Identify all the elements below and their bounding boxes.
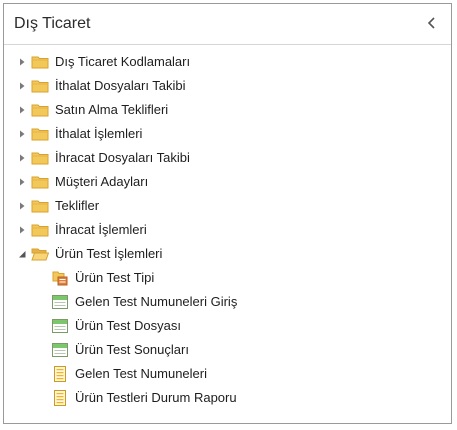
tree-node-ihracat-dosyalari-takibi[interactable]: İhracat Dosyaları Takibi bbox=[4, 147, 451, 169]
folder-icon bbox=[31, 150, 49, 166]
expand-arrow-icon[interactable] bbox=[17, 57, 27, 67]
folder-icon bbox=[31, 174, 49, 190]
tree-node-dis-ticaret-kodlamalari[interactable]: Dış Ticaret Kodlamaları bbox=[4, 51, 451, 73]
tree-node-label: Teklifler bbox=[55, 198, 100, 213]
folder-open-icon bbox=[31, 246, 50, 262]
tree-node-musteri-adaylari[interactable]: Müşteri Adayları bbox=[4, 171, 451, 193]
folder-icon bbox=[31, 198, 49, 214]
panel-title: Dış Ticaret bbox=[14, 15, 91, 32]
chevron-left-icon bbox=[427, 17, 435, 29]
tree-leaf-label: Ürün Test Tipi bbox=[75, 270, 155, 285]
definition-icon bbox=[51, 270, 69, 286]
tree-leaf-urun-test-dosyasi[interactable]: Ürün Test Dosyası bbox=[4, 315, 451, 337]
tree-leaf-gelen-test-numuneleri[interactable]: Gelen Test Numuneleri bbox=[4, 363, 451, 385]
expand-arrow-icon[interactable] bbox=[17, 201, 27, 211]
tree-node-satin-alma-teklifleri[interactable]: Satın Alma Teklifleri bbox=[4, 99, 451, 121]
form-icon bbox=[51, 342, 69, 358]
tree-node-urun-test-islemleri[interactable]: Ürün Test İşlemleri bbox=[4, 243, 451, 265]
tree-node-label: İthalat İşlemleri bbox=[55, 126, 143, 141]
report-icon bbox=[51, 366, 69, 382]
expand-arrow-icon[interactable] bbox=[17, 81, 27, 91]
tree-leaf-gelen-test-numuneleri-giris[interactable]: Gelen Test Numuneleri Giriş bbox=[4, 291, 451, 313]
expand-arrow-icon[interactable] bbox=[17, 129, 27, 139]
collapse-arrow-icon[interactable] bbox=[17, 249, 27, 259]
collapse-panel-button[interactable] bbox=[421, 12, 443, 34]
tree-node-label: Ürün Test İşlemleri bbox=[55, 246, 163, 261]
expand-arrow-icon[interactable] bbox=[17, 177, 27, 187]
tree-node-label: İthalat Dosyaları Takibi bbox=[55, 78, 186, 93]
folder-icon bbox=[31, 54, 49, 70]
folder-icon bbox=[31, 222, 49, 238]
tree-leaf-label: Ürün Test Dosyası bbox=[75, 318, 181, 333]
folder-icon bbox=[31, 102, 49, 118]
tree-leaf-label: Gelen Test Numuneleri bbox=[75, 366, 207, 381]
panel-header: Dış Ticaret bbox=[4, 4, 451, 45]
form-icon bbox=[51, 294, 69, 310]
tree-leaf-label: Ürün Testleri Durum Raporu bbox=[75, 390, 237, 405]
expand-arrow-icon[interactable] bbox=[17, 153, 27, 163]
folder-icon bbox=[31, 126, 49, 142]
tree-leaf-urun-test-sonuclari[interactable]: Ürün Test Sonuçları bbox=[4, 339, 451, 361]
dis-ticaret-panel: Dış Ticaret Dış Ticaret Kodlamaları İtha… bbox=[3, 3, 452, 424]
tree-node-label: Satın Alma Teklifleri bbox=[55, 102, 169, 117]
report-icon bbox=[51, 390, 69, 406]
tree-node-label: İhracat Dosyaları Takibi bbox=[55, 150, 190, 165]
folder-icon bbox=[31, 78, 49, 94]
tree-node-label: Dış Ticaret Kodlamaları bbox=[55, 54, 191, 69]
tree-node-ithalat-dosyalari-takibi[interactable]: İthalat Dosyaları Takibi bbox=[4, 75, 451, 97]
form-icon bbox=[51, 318, 69, 334]
tree-node-ihracat-islemleri[interactable]: İhracat İşlemleri bbox=[4, 219, 451, 241]
tree-node-label: İhracat İşlemleri bbox=[55, 222, 147, 237]
expand-arrow-icon[interactable] bbox=[17, 105, 27, 115]
tree-leaf-urun-testleri-durum-raporu[interactable]: Ürün Testleri Durum Raporu bbox=[4, 387, 451, 409]
tree-leaf-urun-test-tipi[interactable]: Ürün Test Tipi bbox=[4, 267, 451, 289]
tree-node-teklifler[interactable]: Teklifler bbox=[4, 195, 451, 217]
tree-node-ithalat-islemleri[interactable]: İthalat İşlemleri bbox=[4, 123, 451, 145]
expand-arrow-icon[interactable] bbox=[17, 225, 27, 235]
tree-node-label: Müşteri Adayları bbox=[55, 174, 149, 189]
tree-leaf-label: Gelen Test Numuneleri Giriş bbox=[75, 294, 238, 309]
tree-leaf-label: Ürün Test Sonuçları bbox=[75, 342, 189, 357]
